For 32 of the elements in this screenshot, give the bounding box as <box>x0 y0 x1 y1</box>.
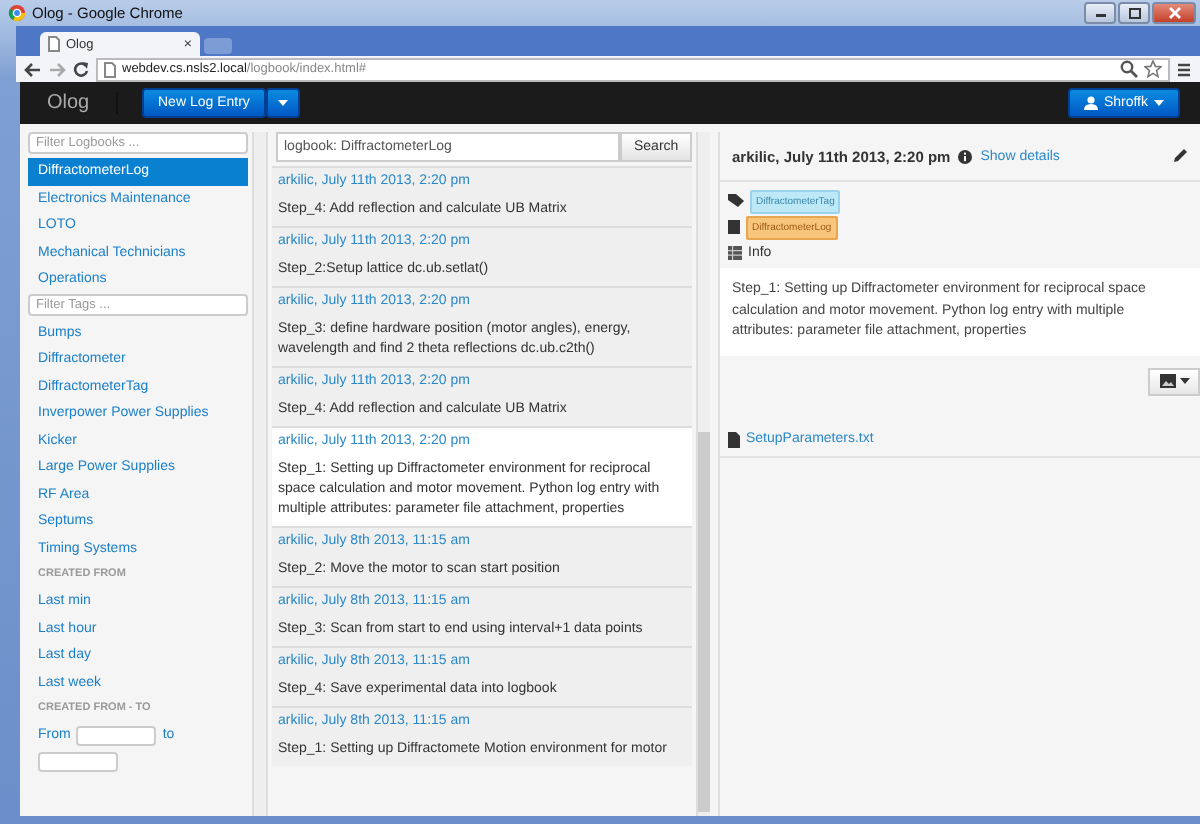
caret-icon <box>277 100 288 106</box>
star-icon[interactable] <box>1144 60 1162 78</box>
log-entry[interactable] <box>272 426 692 526</box>
reload-icon[interactable] <box>72 60 90 78</box>
page-icon <box>104 61 116 77</box>
image-icon <box>1159 374 1175 388</box>
maximize-button[interactable] <box>1118 2 1150 24</box>
caret-icon <box>1154 100 1164 106</box>
to-date-field[interactable] <box>38 752 118 772</box>
pencil-icon[interactable] <box>1172 148 1188 164</box>
caret-icon <box>1179 378 1189 384</box>
close-icon <box>1167 6 1181 20</box>
new-entry-dropdown-button[interactable] <box>265 88 300 118</box>
table-icon <box>728 246 742 260</box>
scrollbar[interactable] <box>696 132 710 816</box>
close-button[interactable] <box>1152 2 1196 24</box>
file-icon <box>728 431 740 447</box>
book-icon <box>728 220 740 234</box>
menu-icon[interactable] <box>1176 61 1192 77</box>
maximize-icon <box>1127 7 1141 19</box>
browser-logo-icon <box>8 4 26 22</box>
image-dropdown-button[interactable] <box>1148 367 1200 395</box>
minimize-button[interactable] <box>1084 2 1116 24</box>
minimize-icon <box>1093 8 1107 18</box>
zoom-icon[interactable] <box>1120 60 1138 78</box>
from-date-field[interactable] <box>76 725 157 745</box>
user-icon <box>1083 96 1098 110</box>
app-brand[interactable]: Olog <box>20 92 118 114</box>
info-icon <box>958 149 973 163</box>
tags-icon <box>728 194 744 208</box>
back-icon[interactable] <box>24 61 42 77</box>
page-icon <box>48 36 60 52</box>
